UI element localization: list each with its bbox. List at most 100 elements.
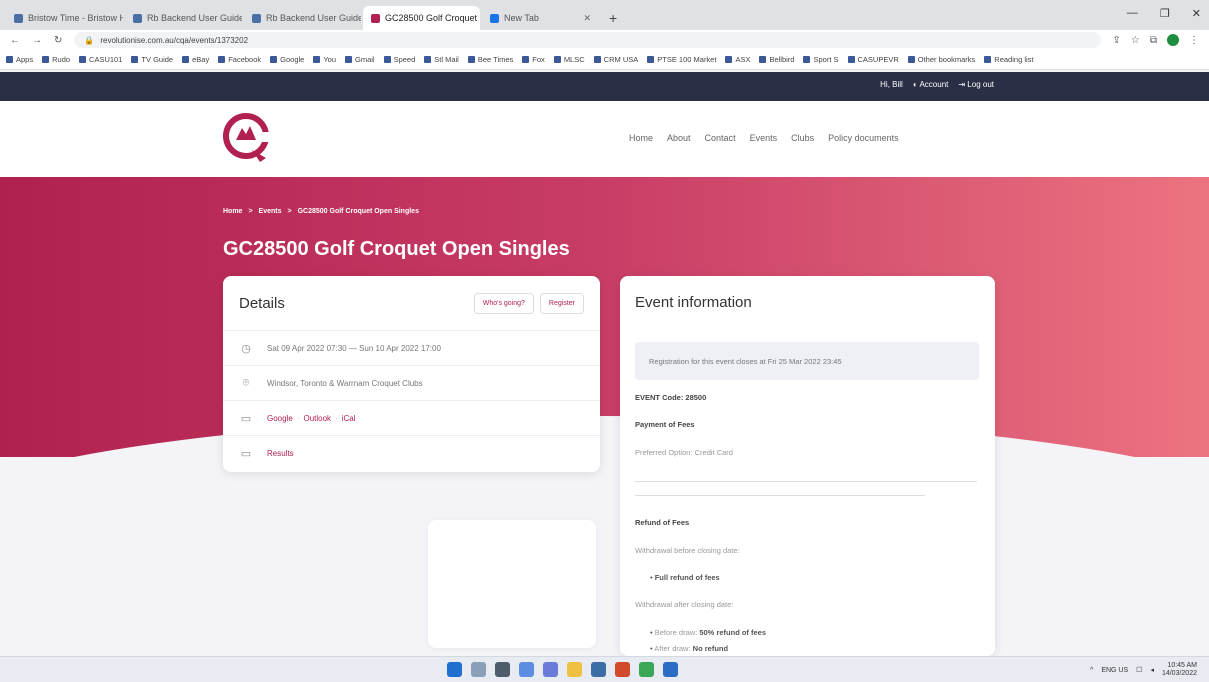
whos-going-button[interactable]: Who's going?	[473, 292, 534, 314]
tab-favicon-icon	[133, 13, 142, 23]
user-greeting: Hi, Bill	[880, 80, 903, 89]
bookmark-item[interactable]: TV Guide	[131, 55, 173, 64]
network-icon[interactable]: ☐	[1136, 666, 1142, 674]
refund-heading: Refund of Fees	[635, 518, 690, 527]
bookmark-item[interactable]: CASU101	[79, 55, 122, 64]
chat-icon[interactable]	[543, 662, 558, 677]
after-draw-item: • After draw: No refund	[650, 644, 729, 653]
calendar-google-link[interactable]: Google	[267, 414, 293, 423]
browser-tab-active[interactable]: GC28500 Golf Croquet Open Si...✕	[363, 6, 480, 30]
bookmark-favicon-icon	[42, 56, 50, 63]
bookmark-item[interactable]: Reading list	[984, 55, 1034, 64]
maximize-button[interactable]: ❐	[1160, 7, 1170, 20]
browser-tab[interactable]: Bristow Time - Bristow Hern...✕	[6, 6, 123, 30]
bookmark-item[interactable]: Sport S	[803, 55, 839, 64]
share-icon[interactable]: ⇪	[1113, 35, 1121, 46]
bookmark-favicon-icon	[313, 56, 321, 63]
bookmark-favicon-icon	[131, 56, 139, 63]
nav-home[interactable]: Home	[629, 133, 653, 143]
extensions-icon[interactable]: ⧉	[1150, 35, 1157, 46]
bookmark-favicon-icon	[424, 56, 432, 63]
breadcrumb-current: GC28500 Golf Croquet Open Singles	[297, 208, 419, 215]
back-icon[interactable]: ←	[10, 35, 20, 46]
reload-icon[interactable]: ↻	[54, 35, 62, 46]
bookmark-item[interactable]: Apps	[6, 55, 33, 64]
nav-contact[interactable]: Contact	[705, 133, 736, 143]
close-window-button[interactable]: ✕	[1192, 7, 1201, 20]
event-code: EVENT Code: 28500	[635, 393, 707, 402]
bookmark-item[interactable]: Stl Mail	[424, 55, 459, 64]
nav-clubs[interactable]: Clubs	[791, 133, 814, 143]
bookmark-item[interactable]: Bellbird	[759, 55, 794, 64]
forward-icon[interactable]: →	[32, 35, 42, 46]
results-link[interactable]: Results	[267, 449, 294, 458]
nav-about[interactable]: About	[667, 133, 691, 143]
divider	[635, 495, 925, 496]
volume-icon[interactable]: ◂	[1150, 666, 1154, 674]
mail-icon[interactable]	[663, 662, 678, 677]
tray-chevron-icon[interactable]: ^	[1090, 667, 1093, 674]
bookmark-favicon-icon	[383, 56, 391, 63]
browser-tab[interactable]: Rb Backend User Guide - Croquet...✕	[125, 6, 242, 30]
clock[interactable]: 10:45 AM 14/03/2022	[1162, 662, 1197, 678]
file-explorer-icon[interactable]	[567, 662, 582, 677]
details-card: Details Who's going? Register ◷ Sat 09 A…	[223, 276, 600, 472]
bookmark-item[interactable]: eBay	[182, 55, 209, 64]
bookmark-favicon-icon	[6, 56, 13, 63]
bookmark-item[interactable]: PTSE 100 Market	[647, 55, 716, 64]
bookmark-item[interactable]: Facebook	[218, 55, 261, 64]
profile-avatar[interactable]	[1167, 34, 1179, 46]
bookmark-item[interactable]: Bee Times	[467, 55, 513, 64]
nav-events[interactable]: Events	[750, 133, 778, 143]
nav-policy-documents[interactable]: Policy documents	[828, 133, 899, 143]
bookmark-item[interactable]: Gmail	[344, 55, 375, 64]
url-field[interactable]: 🔒 revolutionise.com.au/cqa/events/1373202	[74, 32, 1101, 48]
event-dates-row: ◷ Sat 09 Apr 2022 07:30 — Sun 10 Apr 202…	[223, 331, 600, 366]
breadcrumb-events[interactable]: Events	[259, 208, 282, 215]
new-tab-button[interactable]: +	[601, 10, 625, 30]
browser-tab[interactable]: New Tab ✕	[482, 6, 599, 30]
bookmark-item[interactable]: CASUPEVR	[847, 55, 899, 64]
bookmark-item[interactable]: MLSC	[553, 55, 585, 64]
calendar-outlook-link[interactable]: Outlook	[303, 414, 331, 423]
bookmark-item[interactable]: Speed	[383, 55, 415, 64]
widgets-icon[interactable]	[519, 662, 534, 677]
calendar-icon: ▭	[240, 412, 252, 425]
breadcrumb-separator: >	[287, 208, 292, 215]
register-button[interactable]: Register	[539, 292, 584, 314]
bookmark-item[interactable]: CRM USA	[593, 55, 638, 64]
breadcrumb-home[interactable]: Home	[223, 208, 242, 215]
account-link[interactable]: ◐ Account	[913, 80, 949, 89]
address-bar-row: ← → ↻ 🔒 revolutionise.com.au/cqa/events/1…	[0, 30, 1209, 50]
bookmark-item[interactable]: Fox	[522, 55, 545, 64]
bookmark-favicon-icon	[344, 56, 352, 63]
bookmark-item[interactable]: You	[313, 55, 336, 64]
bookmark-item[interactable]: ASX	[725, 55, 750, 64]
bookmark-favicon-icon	[218, 56, 226, 63]
logout-link[interactable]: ⇥ Log out	[958, 80, 994, 89]
star-icon[interactable]: ☆	[1131, 35, 1140, 46]
calendar-ical-link[interactable]: iCal	[342, 414, 356, 423]
minimize-button[interactable]: —	[1127, 7, 1138, 20]
chrome-icon[interactable]	[639, 662, 654, 677]
withdrawal-after-closing: Withdrawal after closing date:	[635, 600, 734, 609]
bookmark-item[interactable]: Other bookmarks	[907, 55, 975, 64]
bookmark-item[interactable]: Google	[270, 55, 304, 64]
menu-icon[interactable]: ⋮	[1189, 35, 1199, 46]
site-top-strip: Hi, Bill ◐ Account ⇥ Log out	[0, 72, 1209, 101]
add-to-calendar-row: ▭ Google · Outlook · iCal	[223, 401, 600, 436]
search-icon[interactable]	[471, 662, 486, 677]
bookmark-item[interactable]: Rudo	[42, 55, 70, 64]
browser-tab-bar: Bristow Time - Bristow Hern...✕ Rb Backe…	[0, 0, 1209, 30]
close-tab-icon[interactable]: ✕	[583, 13, 591, 24]
browser-tab[interactable]: Rb Backend User Guide - Croquet...✕	[244, 6, 361, 30]
croquet-association-logo[interactable]	[222, 110, 270, 166]
language-indicator[interactable]: ENG US	[1101, 667, 1128, 674]
office-icon[interactable]	[615, 662, 630, 677]
event-dates: Sat 09 Apr 2022 07:30 — Sun 10 Apr 2022 …	[267, 343, 441, 353]
task-view-icon[interactable]	[495, 662, 510, 677]
registration-closing-notice: Registration for this event closes at Fr…	[635, 342, 979, 380]
store-icon[interactable]	[591, 662, 606, 677]
payment-heading: Payment of Fees	[635, 420, 695, 429]
start-icon[interactable]	[447, 662, 462, 677]
